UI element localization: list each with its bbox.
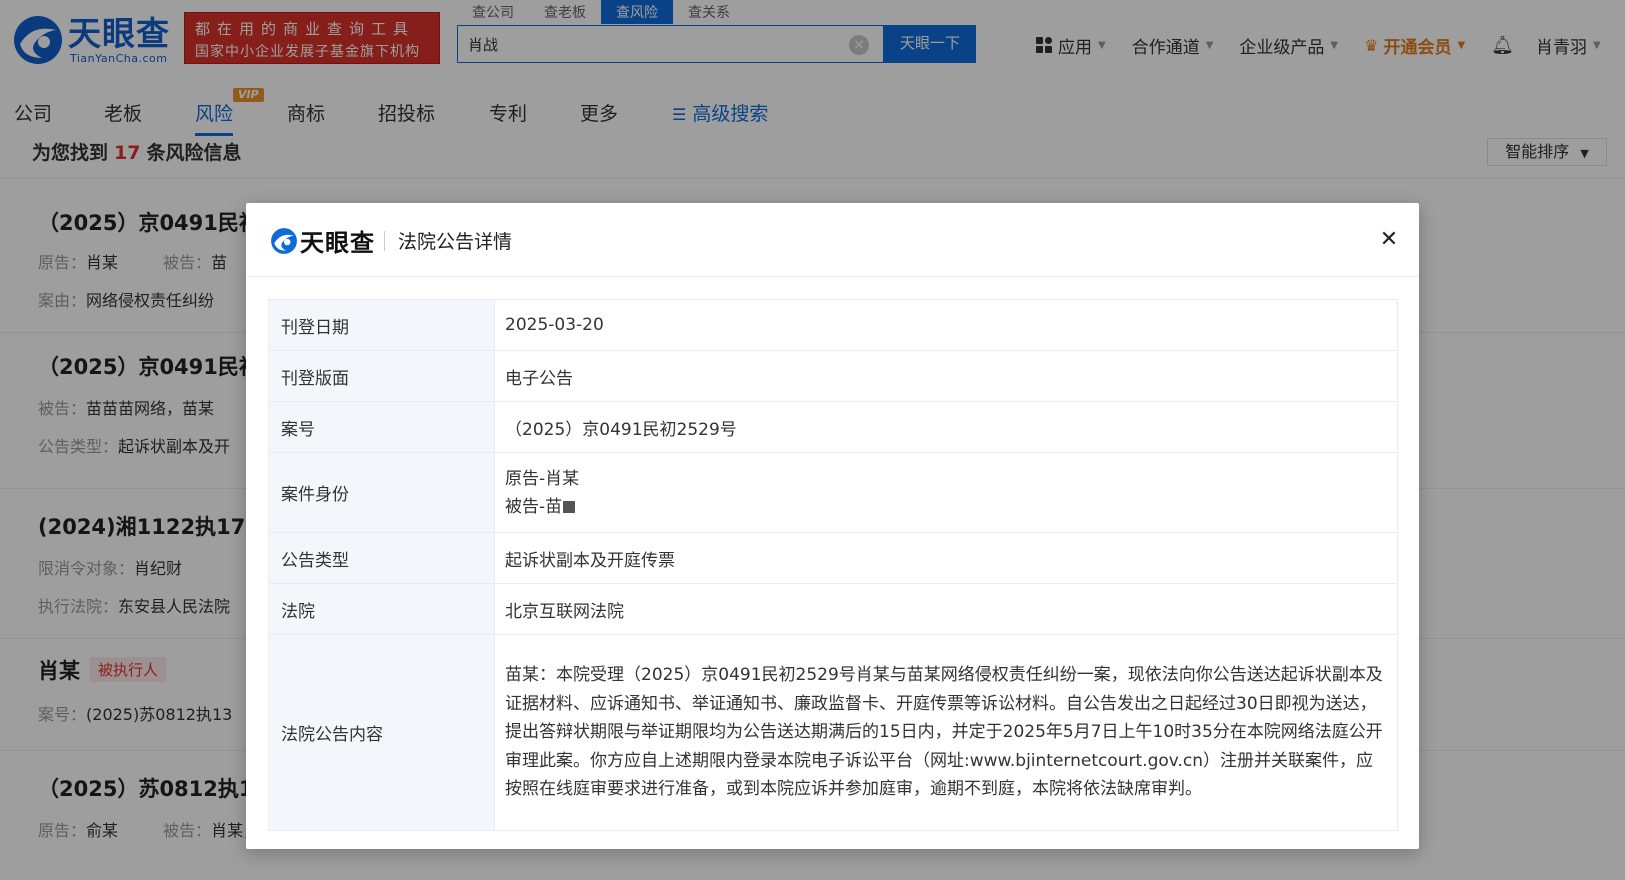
field-label: 刊登版面 (268, 350, 495, 402)
field-value-page: 电子公告 (494, 350, 1398, 402)
court-notice-modal: 天眼查 法院公告详情 ✕ 刊登日期 2025-03-20 刊登版面 电子公告 案… (246, 203, 1419, 849)
field-value-type: 起诉状副本及开庭传票 (494, 532, 1398, 584)
table-row: 刊登版面 电子公告 (268, 350, 1398, 402)
modal-title: 法院公告详情 (398, 231, 513, 253)
eye-logo-icon (271, 228, 297, 254)
field-value-content: 苗某：本院受理（2025）京0491民初2529号肖某与苗某网络侵权责任纠纷一案… (494, 634, 1398, 831)
redaction-mark (563, 500, 576, 513)
field-value-roles: 原告-肖某 被告-苗 (494, 452, 1398, 533)
field-label: 刊登日期 (268, 299, 495, 351)
table-row: 公告类型 起诉状副本及开庭传票 (268, 532, 1398, 584)
field-label: 案号 (268, 401, 495, 453)
field-value-court: 北京互联网法院 (494, 583, 1398, 635)
table-row: 案号 （2025）京0491民初2529号 (268, 401, 1398, 453)
field-value-date: 2025-03-20 (494, 299, 1398, 351)
notice-detail-table: 刊登日期 2025-03-20 刊登版面 电子公告 案号 （2025）京0491… (268, 299, 1398, 831)
divider (384, 231, 385, 251)
field-label: 公告类型 (268, 532, 495, 584)
field-label: 法院公告内容 (268, 634, 495, 831)
close-button[interactable]: ✕ (1376, 227, 1402, 253)
field-value-case-no: （2025）京0491民初2529号 (494, 401, 1398, 453)
modal-logo-text: 天眼查 (300, 229, 375, 257)
field-label: 案件身份 (268, 452, 495, 533)
plaintiff-role[interactable]: 原告-肖某 (505, 465, 1387, 493)
table-row: 刊登日期 2025-03-20 (268, 299, 1398, 351)
table-row: 法院公告内容 苗某：本院受理（2025）京0491民初2529号肖某与苗某网络侵… (268, 634, 1398, 831)
table-row: 案件身份 原告-肖某 被告-苗 (268, 452, 1398, 533)
field-label: 法院 (268, 583, 495, 635)
defendant-role[interactable]: 被告-苗 (505, 493, 1387, 521)
modal-header: 天眼查 法院公告详情 ✕ (246, 203, 1419, 277)
table-row: 法院 北京互联网法院 (268, 583, 1398, 635)
close-icon: ✕ (1379, 227, 1399, 252)
